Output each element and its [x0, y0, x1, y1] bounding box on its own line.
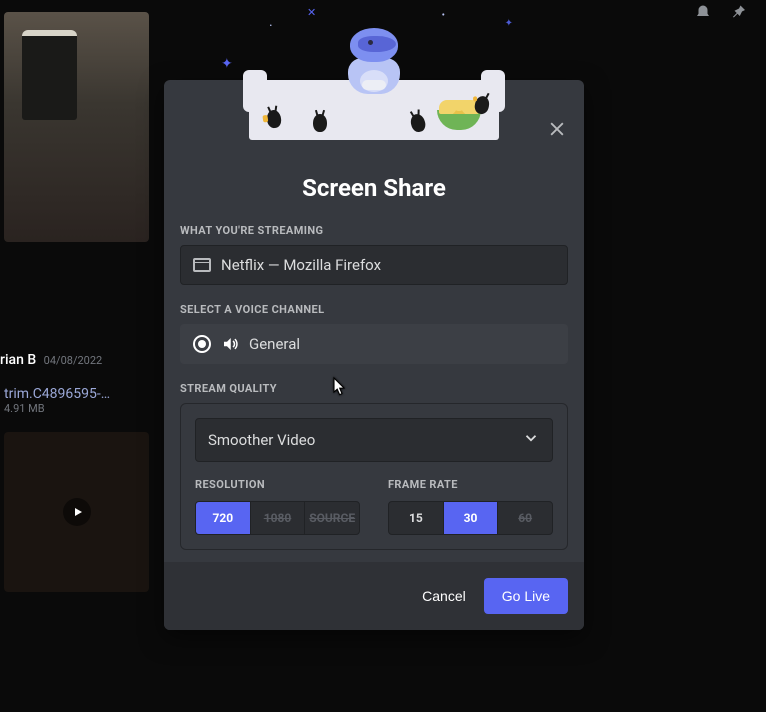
- header-icons: [694, 4, 748, 26]
- close-icon: [547, 119, 567, 139]
- modal-footer: Cancel Go Live: [164, 562, 584, 630]
- message-header: rian B 04/08/2022: [0, 352, 145, 376]
- framerate-option-30[interactable]: 30: [444, 502, 499, 534]
- go-live-button[interactable]: Go Live: [484, 578, 568, 614]
- resolution-label: RESOLUTION: [195, 478, 360, 491]
- stream-quality-card: Smoother Video RESOLUTION 7201080SOURCE …: [180, 403, 568, 550]
- video-thumbnail[interactable]: [4, 432, 149, 592]
- framerate-label: FRAME RATE: [388, 478, 553, 491]
- chevron-down-icon: [522, 429, 540, 451]
- streaming-source-field[interactable]: Netflix — Mozilla Firefox: [180, 245, 568, 285]
- voice-channel-label: SELECT A VOICE CHANNEL: [180, 303, 568, 316]
- pin-icon[interactable]: [730, 4, 748, 26]
- streaming-source-value: Netflix — Mozilla Firefox: [221, 256, 381, 274]
- close-button[interactable]: [544, 116, 570, 142]
- bg-image-preview: [4, 12, 149, 242]
- resolution-option-720[interactable]: 720: [196, 502, 251, 534]
- voice-channel-field[interactable]: General: [180, 324, 568, 364]
- framerate-option-60: 60: [498, 502, 552, 534]
- message-date: 04/08/2022: [44, 354, 103, 367]
- radio-selected-icon: [193, 335, 211, 353]
- app-window-icon: [193, 258, 211, 272]
- cancel-button[interactable]: Cancel: [422, 588, 466, 604]
- framerate-option-15[interactable]: 15: [389, 502, 444, 534]
- modal-title: Screen Share: [180, 174, 568, 202]
- attachment-link[interactable]: trim.C4896595-… 4.91 MB: [4, 386, 149, 415]
- quality-preset-select[interactable]: Smoother Video: [195, 418, 553, 462]
- voice-channel-value: General: [249, 335, 300, 353]
- resolution-group: RESOLUTION 7201080SOURCE: [195, 478, 360, 535]
- attachment-filename: trim.C4896595-…: [4, 386, 149, 402]
- resolution-option-source: SOURCE: [305, 502, 359, 534]
- notifications-icon[interactable]: [694, 4, 712, 26]
- play-icon: [63, 498, 91, 526]
- username: rian B: [0, 352, 36, 368]
- screen-share-modal: ✦ . ✦ • ✕ Screen Share WHAT YOU'RE STREA…: [164, 80, 584, 630]
- stream-quality-label: STREAM QUALITY: [180, 382, 568, 395]
- framerate-group: FRAME RATE 153060: [388, 478, 553, 535]
- resolution-option-1080: 1080: [251, 502, 306, 534]
- quality-preset-value: Smoother Video: [208, 431, 315, 449]
- speaker-icon: [221, 335, 239, 353]
- streaming-label: WHAT YOU'RE STREAMING: [180, 224, 568, 237]
- attachment-size: 4.91 MB: [4, 402, 149, 415]
